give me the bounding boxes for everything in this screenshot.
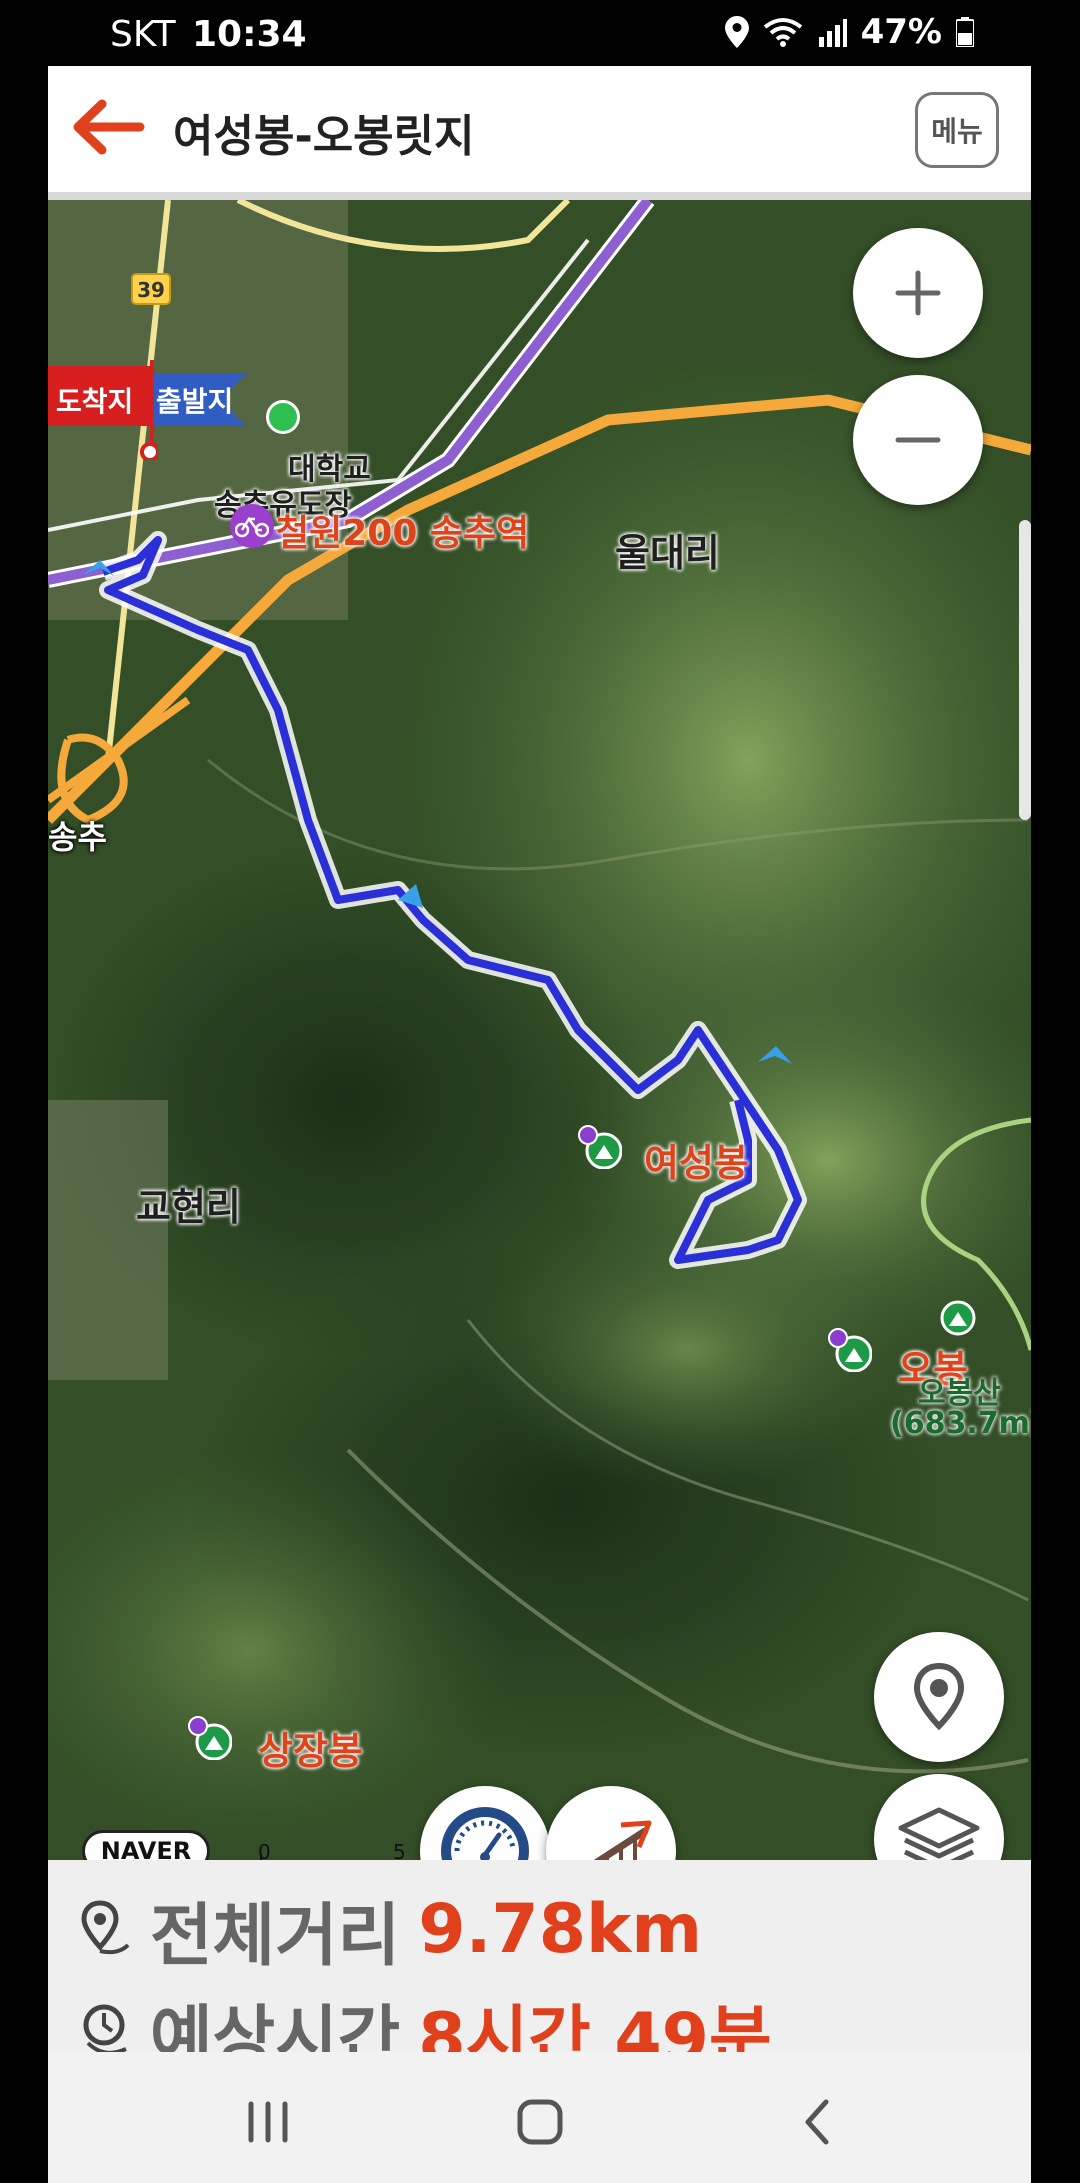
departure-label: 출발지: [156, 385, 234, 418]
mountain-icon: [188, 1716, 233, 1761]
elevation-icon: [593, 1820, 652, 1860]
distance-label: 전체거리: [150, 1897, 401, 1976]
app-header: 여성봉-오봉릿지 메뉴: [48, 66, 1031, 200]
wifi-icon: [763, 18, 802, 47]
location-pin-icon: [913, 1662, 965, 1731]
zoom-out-button[interactable]: [853, 375, 983, 505]
back-button[interactable]: [68, 94, 146, 160]
location-icon: [724, 16, 749, 48]
svg-text:39: 39: [137, 278, 165, 302]
distance-value: 9.78km: [418, 1890, 703, 1969]
peak-marker-obongsan[interactable]: [940, 1300, 976, 1336]
place-label-uldae: 울대리: [615, 531, 720, 575]
arrow-left-icon: [73, 99, 145, 155]
map-scale: 0 5: [258, 1840, 408, 1860]
place-label-yeoseongbong: 여성봉: [644, 1141, 749, 1185]
mountain-icon: [940, 1300, 976, 1336]
carrier-label: SKT: [110, 14, 176, 55]
peak-marker-sangjangbong[interactable]: [188, 1716, 233, 1761]
mountain-icon: [578, 1125, 623, 1170]
system-nav-bar: [48, 2052, 1031, 2183]
route-info-panel: 전체거리 9.78km 예상시간 8시간 49분: [48, 1860, 1031, 2078]
arrival-flag[interactable]: 도착지: [48, 360, 158, 460]
status-bar: SKT 10:34 47%: [0, 0, 1080, 66]
distance-row: 전체거리 9.78km: [78, 1880, 702, 1979]
zoom-in-button[interactable]: [853, 228, 983, 358]
chevron-left-icon: [805, 2099, 829, 2145]
clock: 10:34: [192, 14, 307, 55]
map-scroll-handle[interactable]: [1019, 520, 1031, 820]
recent-apps-button[interactable]: [238, 2092, 298, 2152]
arrival-label: 도착지: [56, 385, 134, 418]
signal-icon: [818, 19, 847, 47]
battery-percent: 47%: [860, 12, 942, 52]
plus-icon: [895, 270, 941, 316]
poi-green-marker[interactable]: [266, 400, 300, 434]
place-label-songchu: 송추: [48, 818, 107, 856]
minus-icon: [895, 437, 941, 443]
pin-route-icon: [81, 1899, 130, 1954]
mountain-icon: [828, 1328, 873, 1373]
map-view[interactable]: 39 출발지 도착지 대학교 송추유도장 철원200 송추역 울대리 송추 교현…: [48, 200, 1031, 1860]
menu-button[interactable]: 메뉴: [915, 92, 999, 168]
app-screen: 여성봉-오봉릿지 메뉴 39 출발지 도착지 대학교 송추유도장 철원200 송…: [48, 66, 1031, 2183]
place-label-gyohyeon: 교현리: [136, 1185, 241, 1229]
speedometer-icon: [441, 1807, 529, 1860]
home-icon: [517, 2099, 563, 2145]
place-label-elevation: (683.7m): [890, 1406, 1031, 1441]
place-label-sangjangbong: 상장봉: [258, 1729, 363, 1773]
scale-end: 5: [393, 1840, 406, 1860]
naver-logo[interactable]: NAVER: [82, 1830, 210, 1860]
back-nav-button[interactable]: [788, 2092, 848, 2152]
place-label-station: 철원200 송추역: [276, 513, 530, 554]
bicycle-icon: [235, 516, 269, 538]
status-icons: 47%: [724, 12, 974, 52]
peak-marker-obong[interactable]: [828, 1328, 873, 1373]
my-location-button[interactable]: [874, 1632, 1004, 1762]
peak-marker-yeoseongbong[interactable]: [578, 1125, 623, 1170]
home-button[interactable]: [510, 2092, 570, 2152]
battery-icon: [956, 17, 974, 47]
layers-icon: [898, 1807, 980, 1860]
page-title: 여성봉-오봉릿지: [173, 111, 475, 162]
station-marker[interactable]: [230, 504, 274, 548]
recent-apps-icon: [248, 2101, 288, 2143]
